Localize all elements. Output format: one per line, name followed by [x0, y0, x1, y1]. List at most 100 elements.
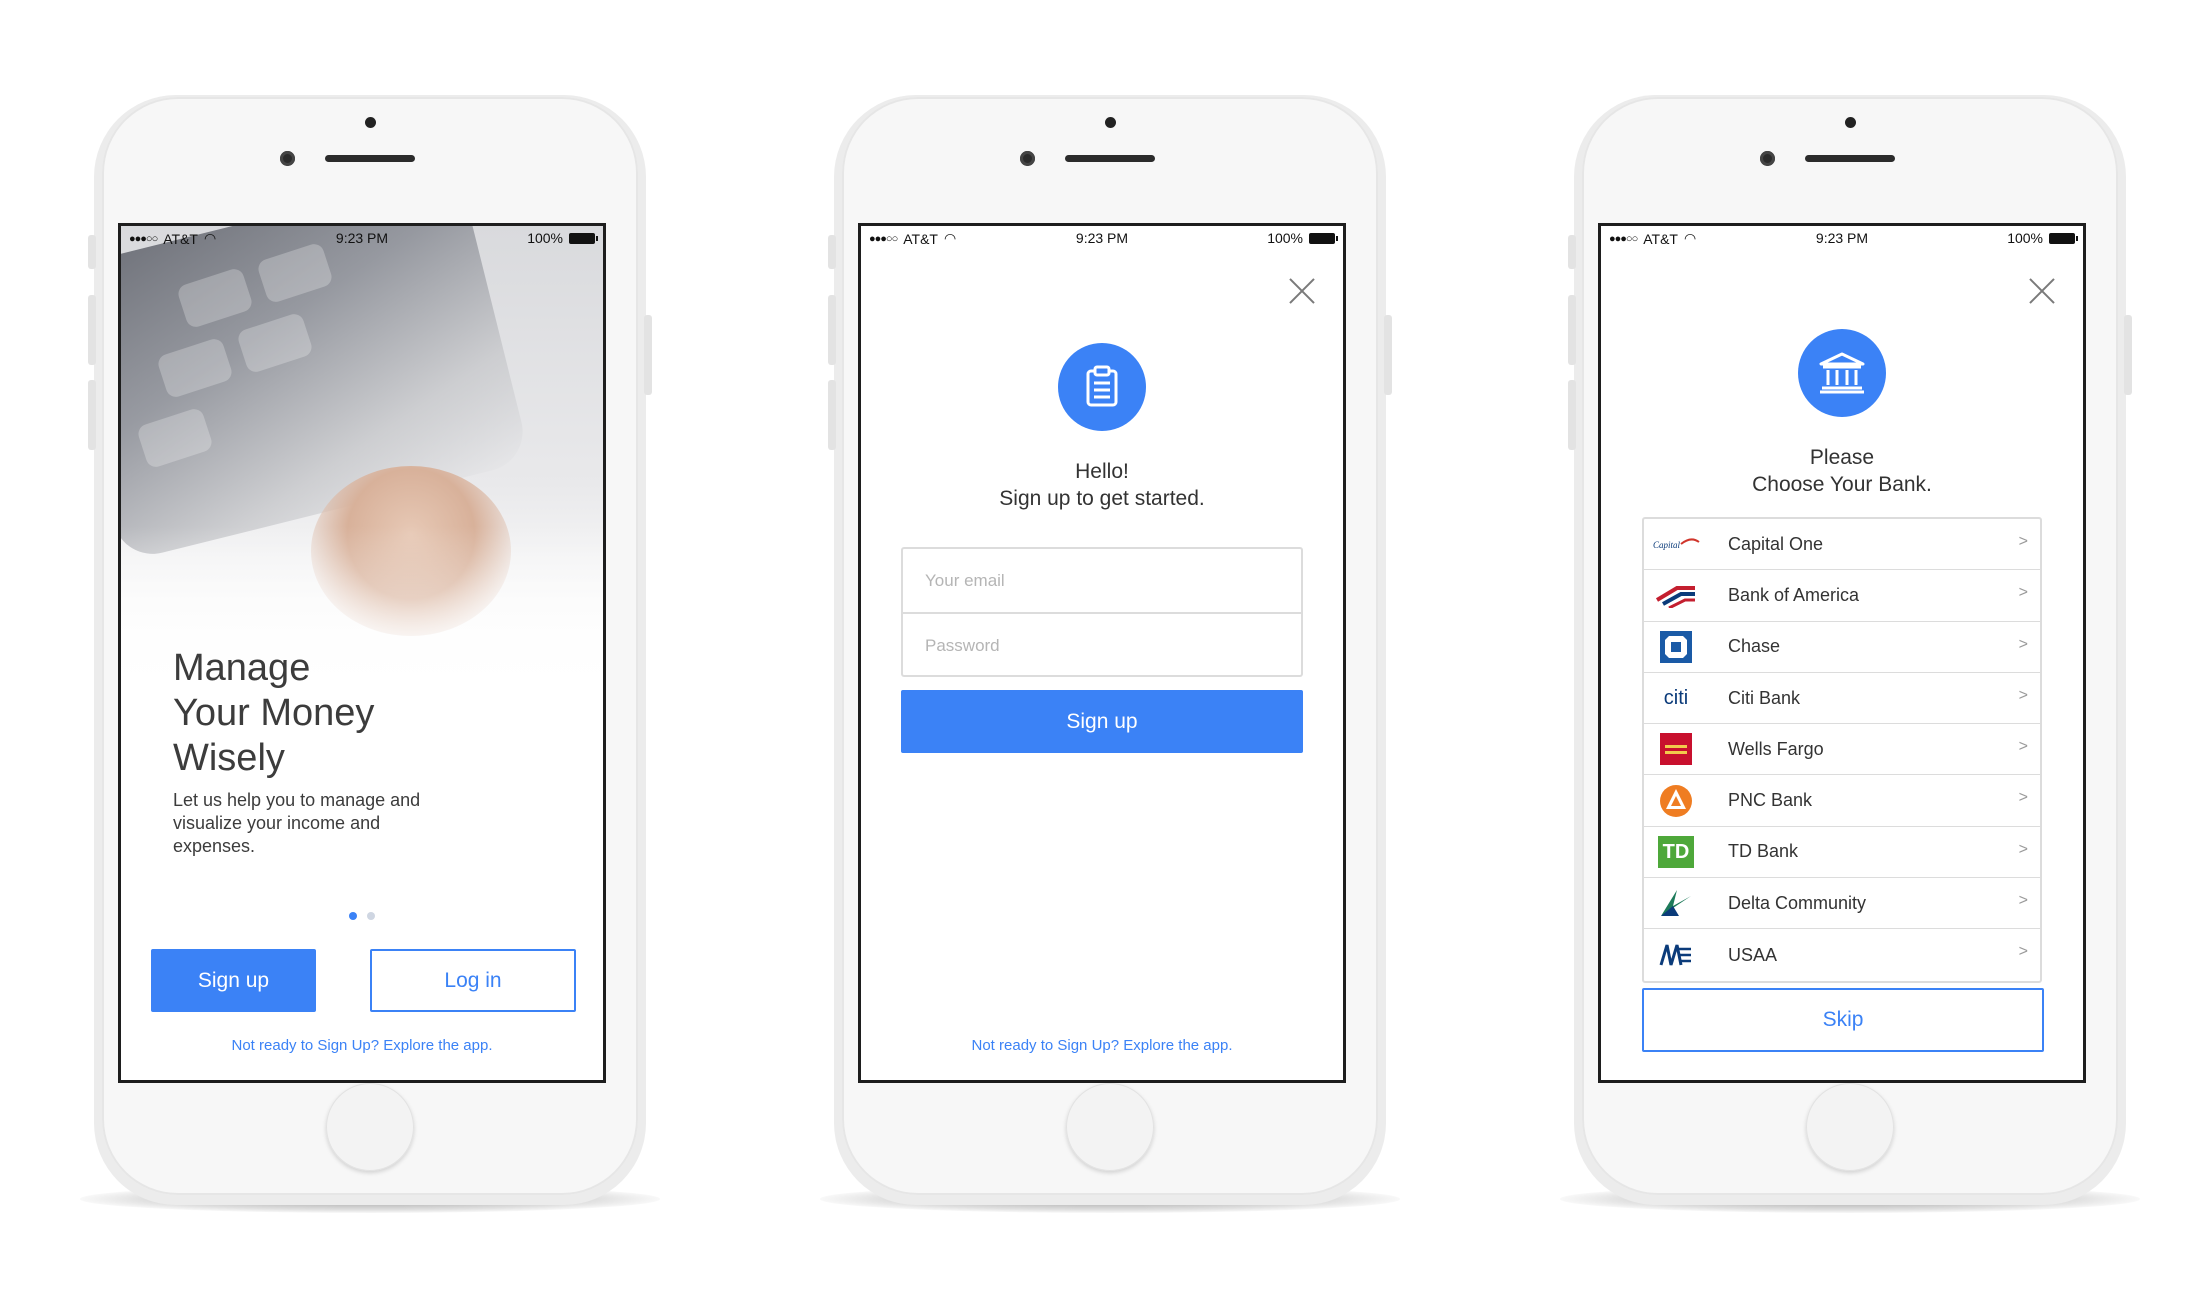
- title-line: Choose Your Bank.: [1752, 473, 1932, 496]
- phone-welcome: ●●●○○ AT&T ◠ 9:23 PM 100% Manage Your Mo…: [80, 95, 660, 1213]
- signup-submit-button[interactable]: Sign up: [901, 690, 1303, 753]
- side-button: [2124, 315, 2132, 395]
- battery-percent: 100%: [527, 230, 563, 246]
- password-field[interactable]: [903, 614, 1301, 677]
- explore-app-link[interactable]: Not ready to Sign Up? Explore the app.: [121, 1037, 603, 1054]
- close-icon[interactable]: [2027, 276, 2057, 306]
- battery-icon: [569, 232, 598, 244]
- proximity-sensor: [365, 117, 376, 128]
- greeting-line: Hello!: [1075, 460, 1129, 483]
- chevron-right-icon: >: [2018, 738, 2028, 756]
- side-button: [828, 295, 836, 365]
- citi-logo-icon: citi: [1648, 678, 1704, 718]
- bank-building-icon: [1819, 352, 1865, 394]
- description: Let us help you to manage and visualize …: [173, 790, 421, 856]
- usaa-logo-icon: [1648, 935, 1704, 975]
- td-logo-text: TD: [1662, 840, 1690, 863]
- skip-button[interactable]: Skip: [1642, 988, 2044, 1052]
- wells-fargo-logo-icon: [1648, 729, 1704, 769]
- clipboard-icon: [1086, 365, 1118, 407]
- bank-name: USAA: [1728, 944, 1778, 965]
- side-button: [88, 295, 96, 365]
- battery-icon: [2049, 232, 2078, 244]
- login-button[interactable]: Log in: [370, 949, 576, 1012]
- close-icon[interactable]: [1287, 276, 1317, 306]
- side-button: [828, 380, 836, 450]
- side-button: [828, 235, 836, 269]
- bank-name: PNC Bank: [1728, 790, 1813, 811]
- bank-row-wells-fargo[interactable]: Wells Fargo >: [1644, 724, 2040, 776]
- bank-of-america-logo-icon: [1648, 575, 1704, 615]
- email-field[interactable]: [903, 549, 1301, 612]
- front-camera: [1020, 151, 1035, 166]
- status-bar: ●●●○○ AT&T ◠ 9:23 PM 100%: [121, 226, 603, 248]
- side-button: [88, 380, 96, 450]
- greeting: Hello! Sign up to get started.: [861, 458, 1343, 512]
- delta-community-logo-icon: [1648, 883, 1704, 923]
- signup-button[interactable]: Sign up: [151, 949, 316, 1012]
- side-button: [1568, 235, 1576, 269]
- earpiece-speaker: [1805, 155, 1895, 162]
- welcome-screen: ●●●○○ AT&T ◠ 9:23 PM 100% Manage Your Mo…: [118, 223, 606, 1083]
- home-button[interactable]: [1806, 1083, 1894, 1171]
- headline-line: Wisely: [173, 737, 285, 779]
- bank-row-usaa[interactable]: USAA >: [1644, 929, 2040, 980]
- phone-signup: ●●●○○ AT&T ◠ 9:23 PM 100% Hello! Sign up: [820, 95, 1400, 1213]
- title-line: Please: [1809, 446, 1875, 469]
- bank-row-pnc[interactable]: PNC Bank >: [1644, 775, 2040, 827]
- page-dot-active[interactable]: [349, 912, 357, 920]
- bank-name: Citi Bank: [1728, 687, 1801, 708]
- front-camera: [1760, 151, 1775, 166]
- bank-name: TD Bank: [1728, 841, 1799, 862]
- front-camera: [280, 151, 295, 166]
- bank-row-citi[interactable]: citi Citi Bank >: [1644, 673, 2040, 725]
- chevron-right-icon: >: [2018, 789, 2028, 807]
- battery-percent: 100%: [2007, 230, 2043, 246]
- page-dot[interactable]: [367, 912, 375, 920]
- greeting-line: Sign up to get started.: [999, 487, 1205, 510]
- explore-app-link[interactable]: Not ready to Sign Up? Explore the app.: [861, 1037, 1343, 1054]
- home-button[interactable]: [1066, 1083, 1154, 1171]
- pnc-logo-icon: [1648, 781, 1704, 821]
- status-right: 100%: [527, 230, 598, 246]
- side-button: [1568, 380, 1576, 450]
- chevron-right-icon: >: [2018, 584, 2028, 602]
- status-bar: ●●●○○ AT&T ◠ 9:23 PM 100%: [861, 226, 1343, 248]
- td-logo-box: TD: [1658, 835, 1694, 868]
- bank-badge: [1798, 329, 1886, 417]
- chevron-right-icon: >: [2018, 840, 2028, 858]
- hero-image: [121, 226, 603, 696]
- signup-screen: ●●●○○ AT&T ◠ 9:23 PM 100% Hello! Sign up: [858, 223, 1346, 1083]
- bank-row-bank-of-america[interactable]: Bank of America >: [1644, 570, 2040, 622]
- bank-row-chase[interactable]: Chase >: [1644, 622, 2040, 673]
- td-logo-icon: TD: [1648, 832, 1704, 872]
- bank-name: Bank of America: [1728, 584, 1860, 605]
- side-button: [1568, 295, 1576, 365]
- headline-line: Your Money: [173, 692, 375, 734]
- bank-name: Chase: [1728, 636, 1781, 657]
- proximity-sensor: [1845, 117, 1856, 128]
- phone-choose-bank: ●●●○○ AT&T ◠ 9:23 PM 100% Please Choose …: [1560, 95, 2140, 1213]
- home-button[interactable]: [326, 1083, 414, 1171]
- citi-logo-text: citi: [1663, 686, 1689, 709]
- svg-text:Capital: Capital: [1653, 540, 1681, 550]
- chevron-right-icon: >: [2018, 533, 2028, 550]
- side-button: [1384, 315, 1392, 395]
- headline-line: Manage: [173, 647, 311, 689]
- bank-row-capital-one[interactable]: Capital Capital One >: [1644, 519, 2040, 571]
- chevron-right-icon: >: [2018, 892, 2028, 910]
- bank-row-td[interactable]: TD TD Bank >: [1644, 827, 2040, 879]
- status-right: 100%: [2007, 230, 2078, 246]
- chevron-right-icon: >: [2018, 943, 2028, 961]
- battery-icon: [1309, 232, 1338, 244]
- choose-bank-title: Please Choose Your Bank.: [1601, 444, 2083, 498]
- bank-row-delta-community[interactable]: Delta Community >: [1644, 878, 2040, 930]
- capital-one-logo-icon: Capital: [1648, 524, 1704, 564]
- side-button: [88, 235, 96, 269]
- chevron-right-icon: >: [2018, 635, 2028, 653]
- page-indicator: [121, 912, 603, 920]
- status-bar: ●●●○○ AT&T ◠ 9:23 PM 100%: [1601, 226, 2083, 248]
- bank-name: Wells Fargo: [1728, 738, 1824, 759]
- earpiece-speaker: [1065, 155, 1155, 162]
- battery-percent: 100%: [1267, 230, 1303, 246]
